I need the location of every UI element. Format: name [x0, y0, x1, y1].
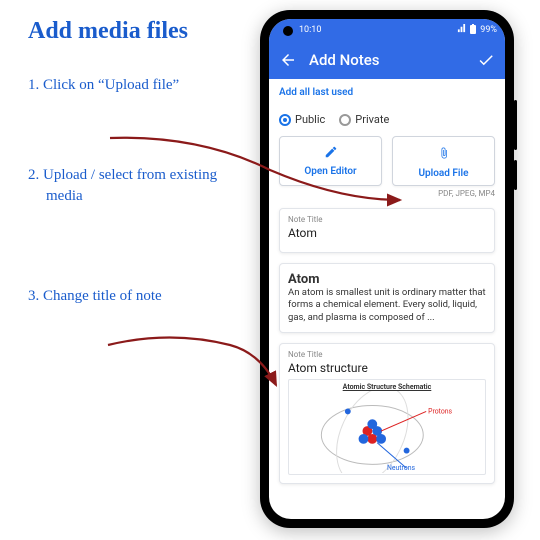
note-desc-title: Atom [288, 272, 486, 287]
signal-icon [457, 24, 466, 36]
note-title-value[interactable]: Atom structure [288, 359, 486, 379]
radio-icon [279, 114, 291, 126]
protons-label: Protons [428, 407, 452, 415]
note-card-1[interactable]: Note Title Atom [279, 208, 495, 253]
note-card-2[interactable]: Note Title Atom structure Atomic Structu… [279, 343, 495, 484]
page-title: Add Notes [309, 51, 465, 69]
phone-frame: 10:10 99% Add Notes Add all last used [260, 10, 514, 528]
open-editor-label: Open Editor [304, 166, 356, 177]
attachment-icon [438, 145, 450, 164]
phone-screen: 10:10 99% Add Notes Add all last used [269, 19, 505, 519]
visibility-radio-group: Public Private [279, 105, 495, 136]
phone-side-button [514, 100, 517, 150]
upload-hint: PDF, JPEG, MP4 [279, 189, 495, 198]
battery-icon [469, 24, 477, 37]
open-editor-button[interactable]: Open Editor [279, 136, 382, 186]
phone-camera-hole [283, 26, 293, 36]
radio-private[interactable]: Private [339, 113, 389, 126]
note-desc-body: An atom is smallest unit is ordinary mat… [288, 287, 486, 324]
note-title-value[interactable]: Atom [288, 224, 486, 244]
tutorial-step-2: 2. Upload / select from existing media [28, 165, 254, 206]
status-battery: 99% [480, 25, 497, 35]
radio-icon [339, 114, 351, 126]
phone-side-button [514, 160, 517, 190]
back-icon[interactable] [279, 51, 297, 69]
tutorial-step-1: 1. Click on “Upload file” [28, 75, 254, 95]
neutrons-label: Neutrons [387, 464, 416, 472]
tutorial-panel: Add media files 1. Click on “Upload file… [0, 0, 260, 376]
upload-file-label: Upload File [418, 168, 468, 179]
diagram-title: Atomic Structure Schematic [289, 380, 485, 391]
content-area: Add all last used Public Private Open Ed… [269, 79, 505, 519]
radio-public[interactable]: Public [279, 113, 325, 126]
tutorial-heading: Add media files [28, 18, 254, 45]
add-all-last-used-link[interactable]: Add all last used [279, 85, 495, 105]
status-time: 10:10 [299, 25, 321, 35]
tutorial-step-3: 3. Change title of note [28, 286, 254, 306]
note-title-label: Note Title [288, 215, 486, 224]
status-bar: 10:10 99% [269, 19, 505, 41]
atom-diagram: Atomic Structure Schematic Protons Neutr… [288, 379, 486, 475]
note-description-card[interactable]: Atom An atom is smallest unit is ordinar… [279, 263, 495, 333]
pencil-icon [324, 145, 338, 162]
note-title-label: Note Title [288, 350, 486, 359]
upload-file-button[interactable]: Upload File [392, 136, 495, 186]
confirm-icon[interactable] [477, 51, 495, 69]
app-bar: Add Notes [269, 41, 505, 79]
